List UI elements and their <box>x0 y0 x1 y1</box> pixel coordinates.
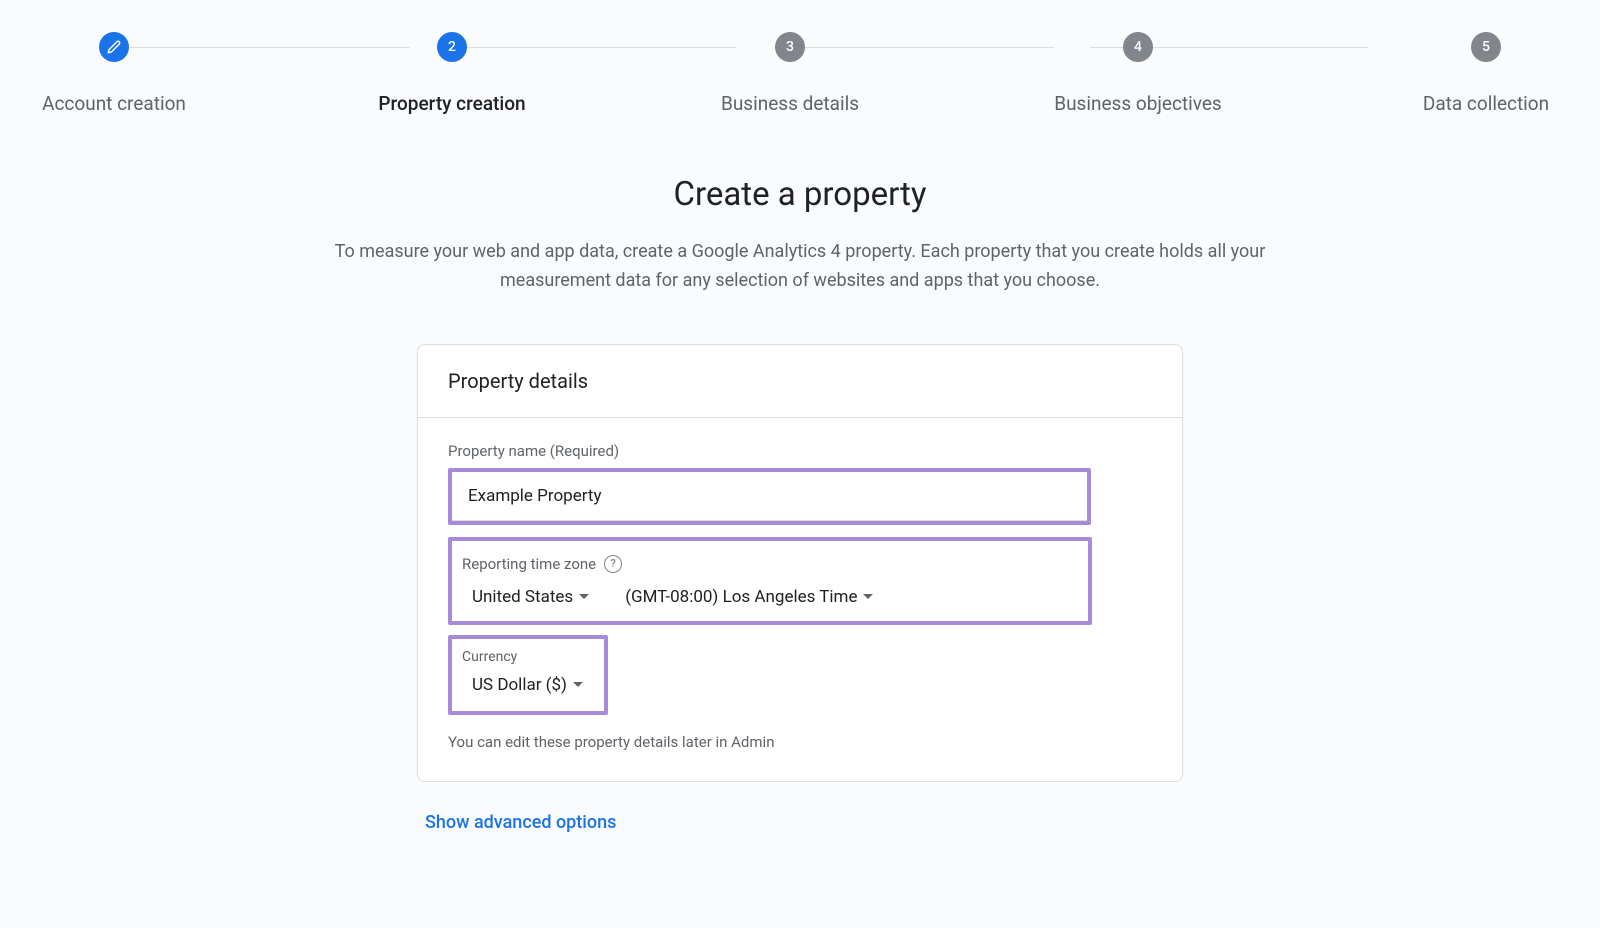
step-account-creation[interactable]: Account creation <box>24 32 204 115</box>
help-icon[interactable]: ? <box>604 555 622 573</box>
caret-down-icon <box>573 682 583 687</box>
show-advanced-options-link[interactable]: Show advanced options <box>425 812 616 833</box>
country-value: United States <box>472 587 573 607</box>
timezone-label: Reporting time zone <box>462 555 596 573</box>
page-title: Create a property <box>250 175 1350 214</box>
pencil-icon <box>107 40 121 54</box>
country-dropdown[interactable]: United States <box>472 587 589 607</box>
step-label: Data collection <box>1423 92 1549 115</box>
step-circle-pending: 5 <box>1471 32 1501 62</box>
timezone-highlight: Reporting time zone ? United States (GMT… <box>448 537 1092 625</box>
timezone-value: (GMT-08:00) Los Angeles Time <box>625 587 857 607</box>
currency-dropdown[interactable]: US Dollar ($) <box>452 675 604 695</box>
property-name-label: Property name (Required) <box>448 442 1152 460</box>
step-label: Account creation <box>42 92 186 115</box>
footnote: You can edit these property details late… <box>448 733 1152 751</box>
page-subtitle: To measure your web and app data, create… <box>290 238 1310 296</box>
step-label: Business details <box>721 92 859 115</box>
step-circle-pending: 3 <box>775 32 805 62</box>
step-data-collection[interactable]: 5 Data collection <box>1396 32 1576 115</box>
step-business-details[interactable]: 3 Business details <box>700 32 880 115</box>
timezone-label-row: Reporting time zone ? <box>452 555 1088 587</box>
currency-value: US Dollar ($) <box>472 675 567 695</box>
card-header: Property details <box>418 345 1182 418</box>
caret-down-icon <box>579 594 589 599</box>
timezone-dropdown[interactable]: (GMT-08:00) Los Angeles Time <box>625 587 873 607</box>
currency-highlight: Currency US Dollar ($) <box>448 635 608 715</box>
step-circle-done <box>99 32 129 62</box>
step-circle-pending: 4 <box>1123 32 1153 62</box>
property-name-highlight <box>448 468 1091 525</box>
card-title: Property details <box>448 369 1152 393</box>
step-circle-active: 2 <box>437 32 467 62</box>
step-label: Business objectives <box>1054 92 1222 115</box>
advanced-options-row: Show advanced options <box>417 812 1183 833</box>
property-details-card: Property details Property name (Required… <box>417 344 1183 782</box>
stepper: Account creation 2 Property creation 3 B… <box>0 0 1600 115</box>
step-business-objectives[interactable]: 4 Business objectives <box>1038 32 1238 115</box>
step-label: Property creation <box>378 92 525 115</box>
property-name-input[interactable] <box>452 472 1087 521</box>
step-property-creation[interactable]: 2 Property creation <box>362 32 542 115</box>
main-content: Create a property To measure your web an… <box>250 175 1350 833</box>
caret-down-icon <box>863 594 873 599</box>
currency-label: Currency <box>452 649 604 675</box>
